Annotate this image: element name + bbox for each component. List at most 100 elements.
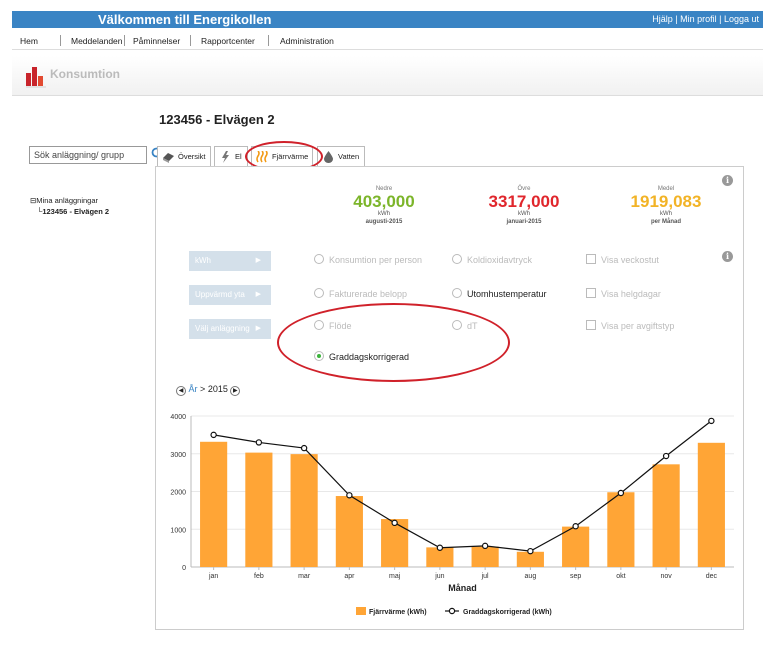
x-tick-label: nov bbox=[660, 573, 672, 580]
select-facility-button[interactable]: Välj anläggning ▶ bbox=[189, 319, 271, 339]
tab-oversikt[interactable]: Översikt bbox=[157, 146, 211, 167]
line-point bbox=[662, 452, 670, 460]
checkbox[interactable] bbox=[586, 254, 596, 264]
heated-area-button[interactable]: Uppvärmd yta ▶ bbox=[189, 285, 271, 305]
legend-label-line: Graddagskorrigerad (kWh) bbox=[463, 609, 552, 616]
stat-high-value: 3317,000 bbox=[488, 192, 560, 211]
search-input[interactable]: Sök anläggning/ grupp bbox=[29, 146, 147, 164]
bar bbox=[381, 519, 409, 567]
help-link[interactable]: Hjälp bbox=[652, 14, 673, 24]
section-label: Konsumtion bbox=[50, 67, 120, 81]
y-tick-label: 2000 bbox=[170, 490, 186, 497]
x-tick-label: mar bbox=[298, 573, 311, 580]
current-year: 2015 bbox=[207, 384, 228, 394]
checkbox[interactable] bbox=[586, 288, 596, 298]
option-co2[interactable]: Koldioxidavtryck bbox=[452, 254, 532, 265]
highlight-oval-options bbox=[277, 303, 510, 382]
level-link[interactable]: År bbox=[189, 384, 198, 394]
line-point bbox=[436, 544, 444, 551]
menu-meddelanden[interactable]: Meddelanden bbox=[71, 36, 123, 46]
next-year-button[interactable]: ▶ bbox=[230, 386, 241, 396]
menu-separator bbox=[124, 35, 125, 46]
line-point bbox=[617, 489, 625, 497]
y-tick-label: 0 bbox=[182, 565, 186, 572]
x-tick-label: feb bbox=[254, 573, 264, 580]
water-drop-icon bbox=[324, 151, 333, 163]
tab-vatten[interactable]: Vatten bbox=[317, 146, 365, 167]
radio-button[interactable] bbox=[314, 254, 324, 264]
facility-tree: ⊟Mina anläggningar └123456 - Elvägen 2 bbox=[30, 195, 109, 217]
bar bbox=[290, 454, 318, 567]
menu-paminnelser[interactable]: Påminnelser bbox=[133, 36, 180, 46]
header-links: Hjälp | Min profil | Logga ut bbox=[652, 14, 759, 24]
x-tick-label: sep bbox=[570, 573, 581, 580]
line-point bbox=[255, 439, 263, 446]
prev-year-button[interactable]: ◀ bbox=[176, 386, 186, 396]
option-per-fee-type[interactable]: Visa per avgiftstyp bbox=[586, 320, 674, 331]
line-point bbox=[210, 431, 217, 439]
menu-administration[interactable]: Administration bbox=[280, 36, 334, 46]
info-icon[interactable]: i bbox=[722, 175, 733, 186]
option-per-person[interactable]: Konsumtion per person bbox=[314, 254, 422, 265]
radio-button[interactable] bbox=[452, 254, 462, 264]
line-point bbox=[391, 519, 398, 527]
legend-swatch-bar bbox=[356, 607, 366, 615]
consumption-chart-icon bbox=[26, 67, 46, 88]
option-invoiced[interactable]: Fakturerade belopp bbox=[314, 288, 407, 299]
line-point bbox=[572, 523, 579, 530]
option-holidays[interactable]: Visa helgdagar bbox=[586, 288, 661, 299]
tree-root[interactable]: ⊟Mina anläggningar bbox=[30, 195, 109, 206]
x-tick-label: okt bbox=[616, 573, 625, 580]
stat-mean-value: 1919,083 bbox=[630, 192, 702, 211]
top-bar: Välkommen till Energikollen Hjälp | Min … bbox=[12, 11, 763, 28]
option-week[interactable]: Visa veckostut bbox=[586, 254, 659, 265]
x-tick-label: apr bbox=[344, 573, 355, 580]
y-tick-label: 3000 bbox=[170, 452, 186, 459]
x-tick-label: jun bbox=[434, 573, 444, 580]
menu-separator bbox=[60, 35, 61, 46]
chevron-right-icon: ▶ bbox=[255, 325, 261, 332]
app-title: Välkommen till Energikollen bbox=[98, 12, 272, 27]
x-tick-label: dec bbox=[706, 573, 718, 580]
radio-button[interactable] bbox=[452, 288, 462, 298]
stat-high: Övre 3317,000 kWh januari-2015 bbox=[454, 186, 594, 226]
bar bbox=[607, 492, 635, 567]
tree-item-elvagen[interactable]: └123456 - Elvägen 2 bbox=[30, 206, 109, 217]
bar bbox=[652, 464, 680, 567]
info-icon[interactable]: i bbox=[722, 251, 733, 262]
legend-label-bar: Fjärrvärme (kWh) bbox=[369, 609, 427, 616]
line-point bbox=[481, 542, 489, 550]
legend-swatch-point bbox=[448, 607, 456, 615]
lightning-icon bbox=[222, 151, 229, 163]
x-tick-label: aug bbox=[525, 573, 537, 580]
line-point bbox=[300, 444, 308, 452]
bar bbox=[200, 441, 228, 567]
line-point bbox=[527, 547, 534, 555]
menu-rapportcenter[interactable]: Rapportcenter bbox=[201, 36, 255, 46]
menu-hem[interactable]: Hem bbox=[20, 36, 38, 46]
checkbox[interactable] bbox=[586, 320, 596, 330]
page-title: 123456 - Elvägen 2 bbox=[159, 112, 275, 127]
chevron-right-icon: ▶ bbox=[255, 257, 261, 264]
y-tick-label: 4000 bbox=[170, 414, 186, 421]
line-point bbox=[708, 417, 715, 425]
stat-mean: Medel 1919,083 kWh per Månad bbox=[596, 186, 736, 226]
bar bbox=[562, 526, 590, 567]
tab-el[interactable]: El bbox=[214, 146, 248, 167]
logout-link[interactable]: Logga ut bbox=[724, 14, 759, 24]
x-axis-label: Månad bbox=[448, 583, 477, 593]
main-menu: Hem Meddelanden Påminnelser Rapportcente… bbox=[12, 30, 763, 50]
series-line bbox=[213, 420, 712, 552]
x-tick-label: jul bbox=[481, 573, 489, 580]
bar bbox=[697, 442, 725, 567]
option-outdoor-temp[interactable]: Utomhustemperatur bbox=[452, 288, 547, 299]
line-point bbox=[346, 492, 353, 499]
x-tick-label: maj bbox=[389, 573, 401, 580]
unit-kwh-button[interactable]: kWh ▶ bbox=[189, 251, 271, 271]
profile-link[interactable]: Min profil bbox=[680, 14, 717, 24]
section-header: Konsumtion bbox=[12, 56, 763, 96]
bar bbox=[245, 452, 273, 567]
year-navigation: ◀ År > 2015 ▶ bbox=[176, 384, 241, 396]
overview-icon bbox=[163, 153, 174, 163]
radio-button[interactable] bbox=[314, 288, 324, 298]
